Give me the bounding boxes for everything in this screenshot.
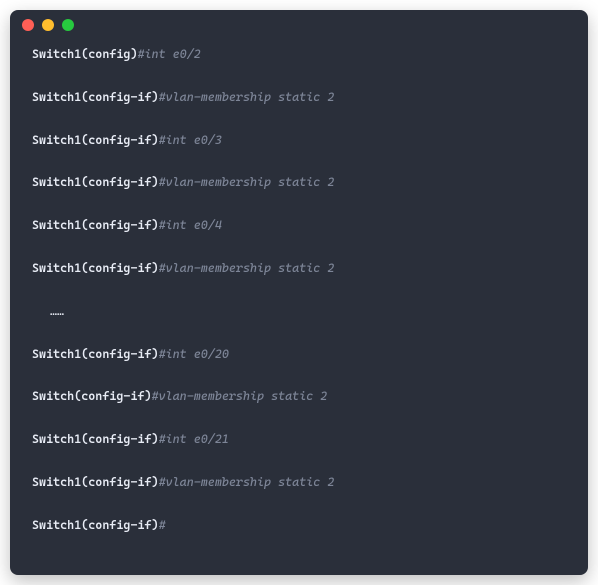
command-text: #vlan-membership static 2 [159, 475, 335, 489]
prompt-text: Switch1(config-if) [32, 518, 159, 532]
prompt-text: Switch1(config-if) [32, 475, 159, 489]
prompt-text: Switch1(config-if) [32, 133, 159, 147]
terminal-line: Switch1(config-if)#vlan-membership stati… [32, 89, 566, 106]
terminal-line: Switch1(config-if)#int e0/20 [32, 346, 566, 363]
command-text: #vlan-membership static 2 [159, 90, 335, 104]
terminal-line: Switch1(config-if)#vlan-membership stati… [32, 260, 566, 277]
terminal-line: Switch1(config-if)#vlan-membership stati… [32, 474, 566, 491]
prompt-text: Switch1(config-if) [32, 261, 159, 275]
terminal-line: Switch1(config-if)# [32, 517, 566, 534]
maximize-icon[interactable] [62, 19, 74, 31]
terminal-window: Switch1(config)#int e0/2 Switch1(config-… [10, 10, 588, 575]
minimize-icon[interactable] [42, 19, 54, 31]
prompt-text: Switch1(config-if) [32, 175, 159, 189]
terminal-line: Switch1(config-if)#vlan-membership stati… [32, 174, 566, 191]
terminal-line: …… [32, 303, 566, 320]
terminal-line: Switch1(config-if)#int e0/21 [32, 431, 566, 448]
prompt-text: Switch1(config-if) [32, 432, 159, 446]
command-text: #vlan-membership static 2 [159, 261, 335, 275]
command-text: #int e0/20 [159, 347, 229, 361]
prompt-text: Switch1(config) [32, 47, 137, 61]
ellipsis-text: …… [32, 304, 64, 318]
prompt-text: Switch1(config-if) [32, 347, 159, 361]
terminal-line: Switch1(config)#int e0/2 [32, 46, 566, 63]
command-text: #int e0/21 [159, 432, 229, 446]
command-text: #int e0/4 [159, 218, 222, 232]
command-text: #int e0/2 [137, 47, 200, 61]
title-bar [10, 10, 588, 40]
terminal-line: Switch1(config-if)#int e0/4 [32, 217, 566, 234]
command-text: #int e0/3 [159, 133, 222, 147]
command-text: #vlan-membership static 2 [152, 389, 328, 403]
prompt-text: Switch(config-if) [32, 389, 152, 403]
terminal-line: Switch1(config-if)#int e0/3 [32, 132, 566, 149]
prompt-text: Switch1(config-if) [32, 218, 159, 232]
close-icon[interactable] [22, 19, 34, 31]
command-text: #vlan-membership static 2 [159, 175, 335, 189]
prompt-text: Switch1(config-if) [32, 90, 159, 104]
terminal-body: Switch1(config)#int e0/2 Switch1(config-… [10, 40, 588, 575]
command-text: # [159, 518, 166, 532]
terminal-line: Switch(config-if)#vlan-membership static… [32, 388, 566, 405]
